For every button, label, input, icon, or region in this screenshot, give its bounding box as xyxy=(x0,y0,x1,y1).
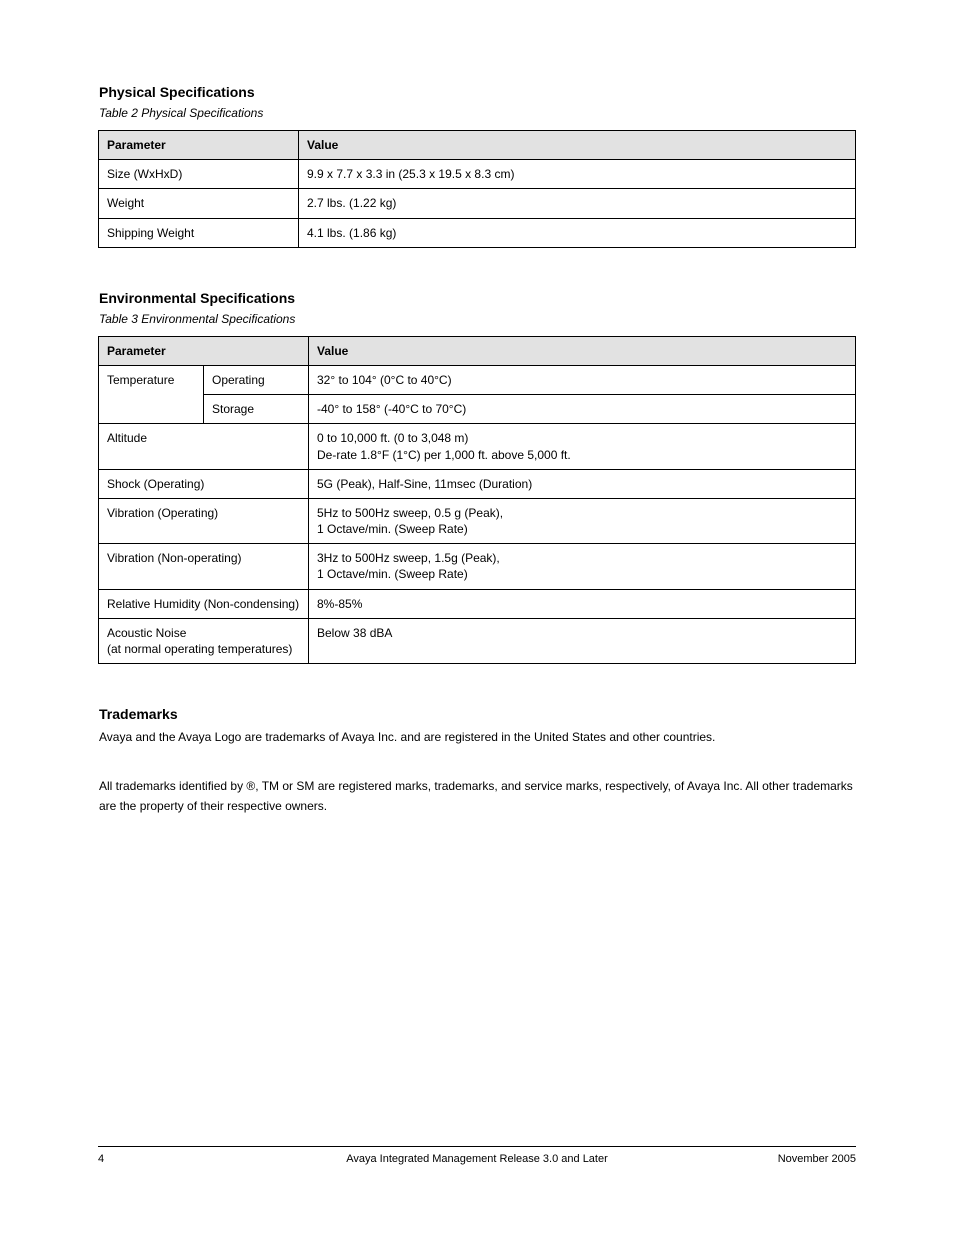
trademark-body: All trademarks identified by ®, TM or SM… xyxy=(99,777,855,815)
cell-value: 32° to 104° (0°C to 40°C) xyxy=(309,365,856,394)
table-caption-environmental: Table 3 Environmental Specifications xyxy=(99,312,856,326)
table-environmental: Parameter Value Temperature Operating 32… xyxy=(98,336,856,664)
heading-physical: Physical Specifications xyxy=(99,84,856,100)
th-parameter: Parameter xyxy=(99,336,309,365)
table-caption-physical: Table 2 Physical Specifications xyxy=(99,106,856,120)
table-row: Acoustic Noise(at normal operating tempe… xyxy=(99,618,856,663)
table-row: Altitude 0 to 10,000 ft. (0 to 3,048 m)D… xyxy=(99,424,856,469)
cell-value: -40° to 158° (-40°C to 70°C) xyxy=(309,395,856,424)
heading-environmental: Environmental Specifications xyxy=(99,290,856,306)
table-row: Shock (Operating) 5G (Peak), Half-Sine, … xyxy=(99,469,856,498)
th-value: Value xyxy=(299,131,856,160)
cell-value: 3Hz to 500Hz sweep, 1.5g (Peak),1 Octave… xyxy=(309,544,856,589)
table-row: Weight 2.7 lbs. (1.22 kg) xyxy=(99,189,856,218)
table-row: Size (WxHxD) 9.9 x 7.7 x 3.3 in (25.3 x … xyxy=(99,160,856,189)
cell-value: Below 38 dBA xyxy=(309,618,856,663)
page-footer: 4 Avaya Integrated Management Release 3.… xyxy=(98,1146,856,1165)
cell-label: Shock (Operating) xyxy=(99,469,309,498)
cell-label: Weight xyxy=(99,189,299,218)
footer-doc-title: Avaya Integrated Management Release 3.0 … xyxy=(98,1153,856,1165)
cell-sublabel: Operating xyxy=(204,365,309,394)
cell-value: 5G (Peak), Half-Sine, 11msec (Duration) xyxy=(309,469,856,498)
footer-date: November 2005 xyxy=(778,1153,856,1165)
th-value: Value xyxy=(309,336,856,365)
cell-label: Relative Humidity (Non-condensing) xyxy=(99,589,309,618)
cell-label: Altitude xyxy=(99,424,309,469)
table-header-row: Parameter Value xyxy=(99,336,856,365)
cell-label: Vibration (Operating) xyxy=(99,498,309,543)
cell-value: 8%-85% xyxy=(309,589,856,618)
table-row: Vibration (Non-operating) 3Hz to 500Hz s… xyxy=(99,544,856,589)
table-row: Storage -40° to 158° (-40°C to 70°C) xyxy=(99,395,856,424)
th-parameter: Parameter xyxy=(99,131,299,160)
cell-value: 2.7 lbs. (1.22 kg) xyxy=(299,189,856,218)
cell-label: Acoustic Noise(at normal operating tempe… xyxy=(99,618,309,663)
cell-value: 0 to 10,000 ft. (0 to 3,048 m)De-rate 1.… xyxy=(309,424,856,469)
table-row: Temperature Operating 32° to 104° (0°C t… xyxy=(99,365,856,394)
cell-label: Shipping Weight xyxy=(99,218,299,247)
cell-label: Vibration (Non-operating) xyxy=(99,544,309,589)
table-row: Relative Humidity (Non-condensing) 8%-85… xyxy=(99,589,856,618)
cell-value: 5Hz to 500Hz sweep, 0.5 g (Peak),1 Octav… xyxy=(309,498,856,543)
table-row: Shipping Weight 4.1 lbs. (1.86 kg) xyxy=(99,218,856,247)
table-physical: Parameter Value Size (WxHxD) 9.9 x 7.7 x… xyxy=(98,130,856,248)
trademark-intro: Avaya and the Avaya Logo are trademarks … xyxy=(99,728,856,747)
cell-sublabel: Storage xyxy=(204,395,309,424)
heading-trademarks: Trademarks xyxy=(99,706,856,722)
table-header-row: Parameter Value xyxy=(99,131,856,160)
table-row: Vibration (Operating) 5Hz to 500Hz sweep… xyxy=(99,498,856,543)
cell-value: 4.1 lbs. (1.86 kg) xyxy=(299,218,856,247)
cell-value: 9.9 x 7.7 x 3.3 in (25.3 x 19.5 x 8.3 cm… xyxy=(299,160,856,189)
cell-label: Temperature xyxy=(99,365,204,423)
cell-label: Size (WxHxD) xyxy=(99,160,299,189)
footer-page-number: 4 xyxy=(98,1153,104,1165)
